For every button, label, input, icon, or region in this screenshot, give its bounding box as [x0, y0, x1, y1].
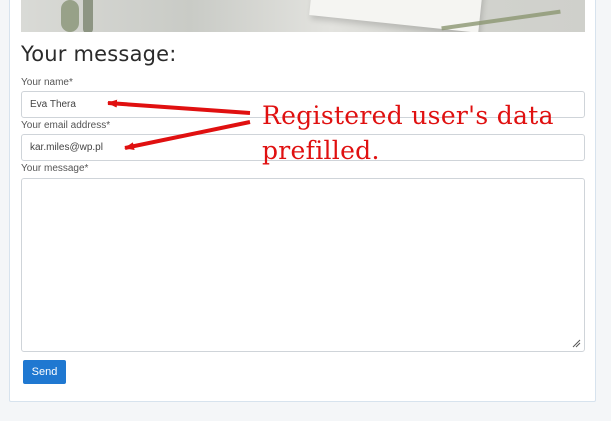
form-title: Your message:	[21, 42, 177, 66]
email-label: Your email address*	[21, 120, 111, 131]
annotation-text: Registered user's data prefilled.	[262, 98, 582, 168]
name-label: Your name*	[21, 77, 73, 88]
header-image	[21, 0, 585, 32]
message-textarea[interactable]	[21, 178, 585, 352]
resize-handle-icon[interactable]	[572, 339, 581, 348]
annotation-line-1: Registered user's data	[262, 101, 554, 130]
send-button[interactable]: Send	[23, 360, 66, 384]
annotation-line-2: prefilled.	[262, 136, 380, 165]
message-label: Your message*	[21, 163, 89, 174]
